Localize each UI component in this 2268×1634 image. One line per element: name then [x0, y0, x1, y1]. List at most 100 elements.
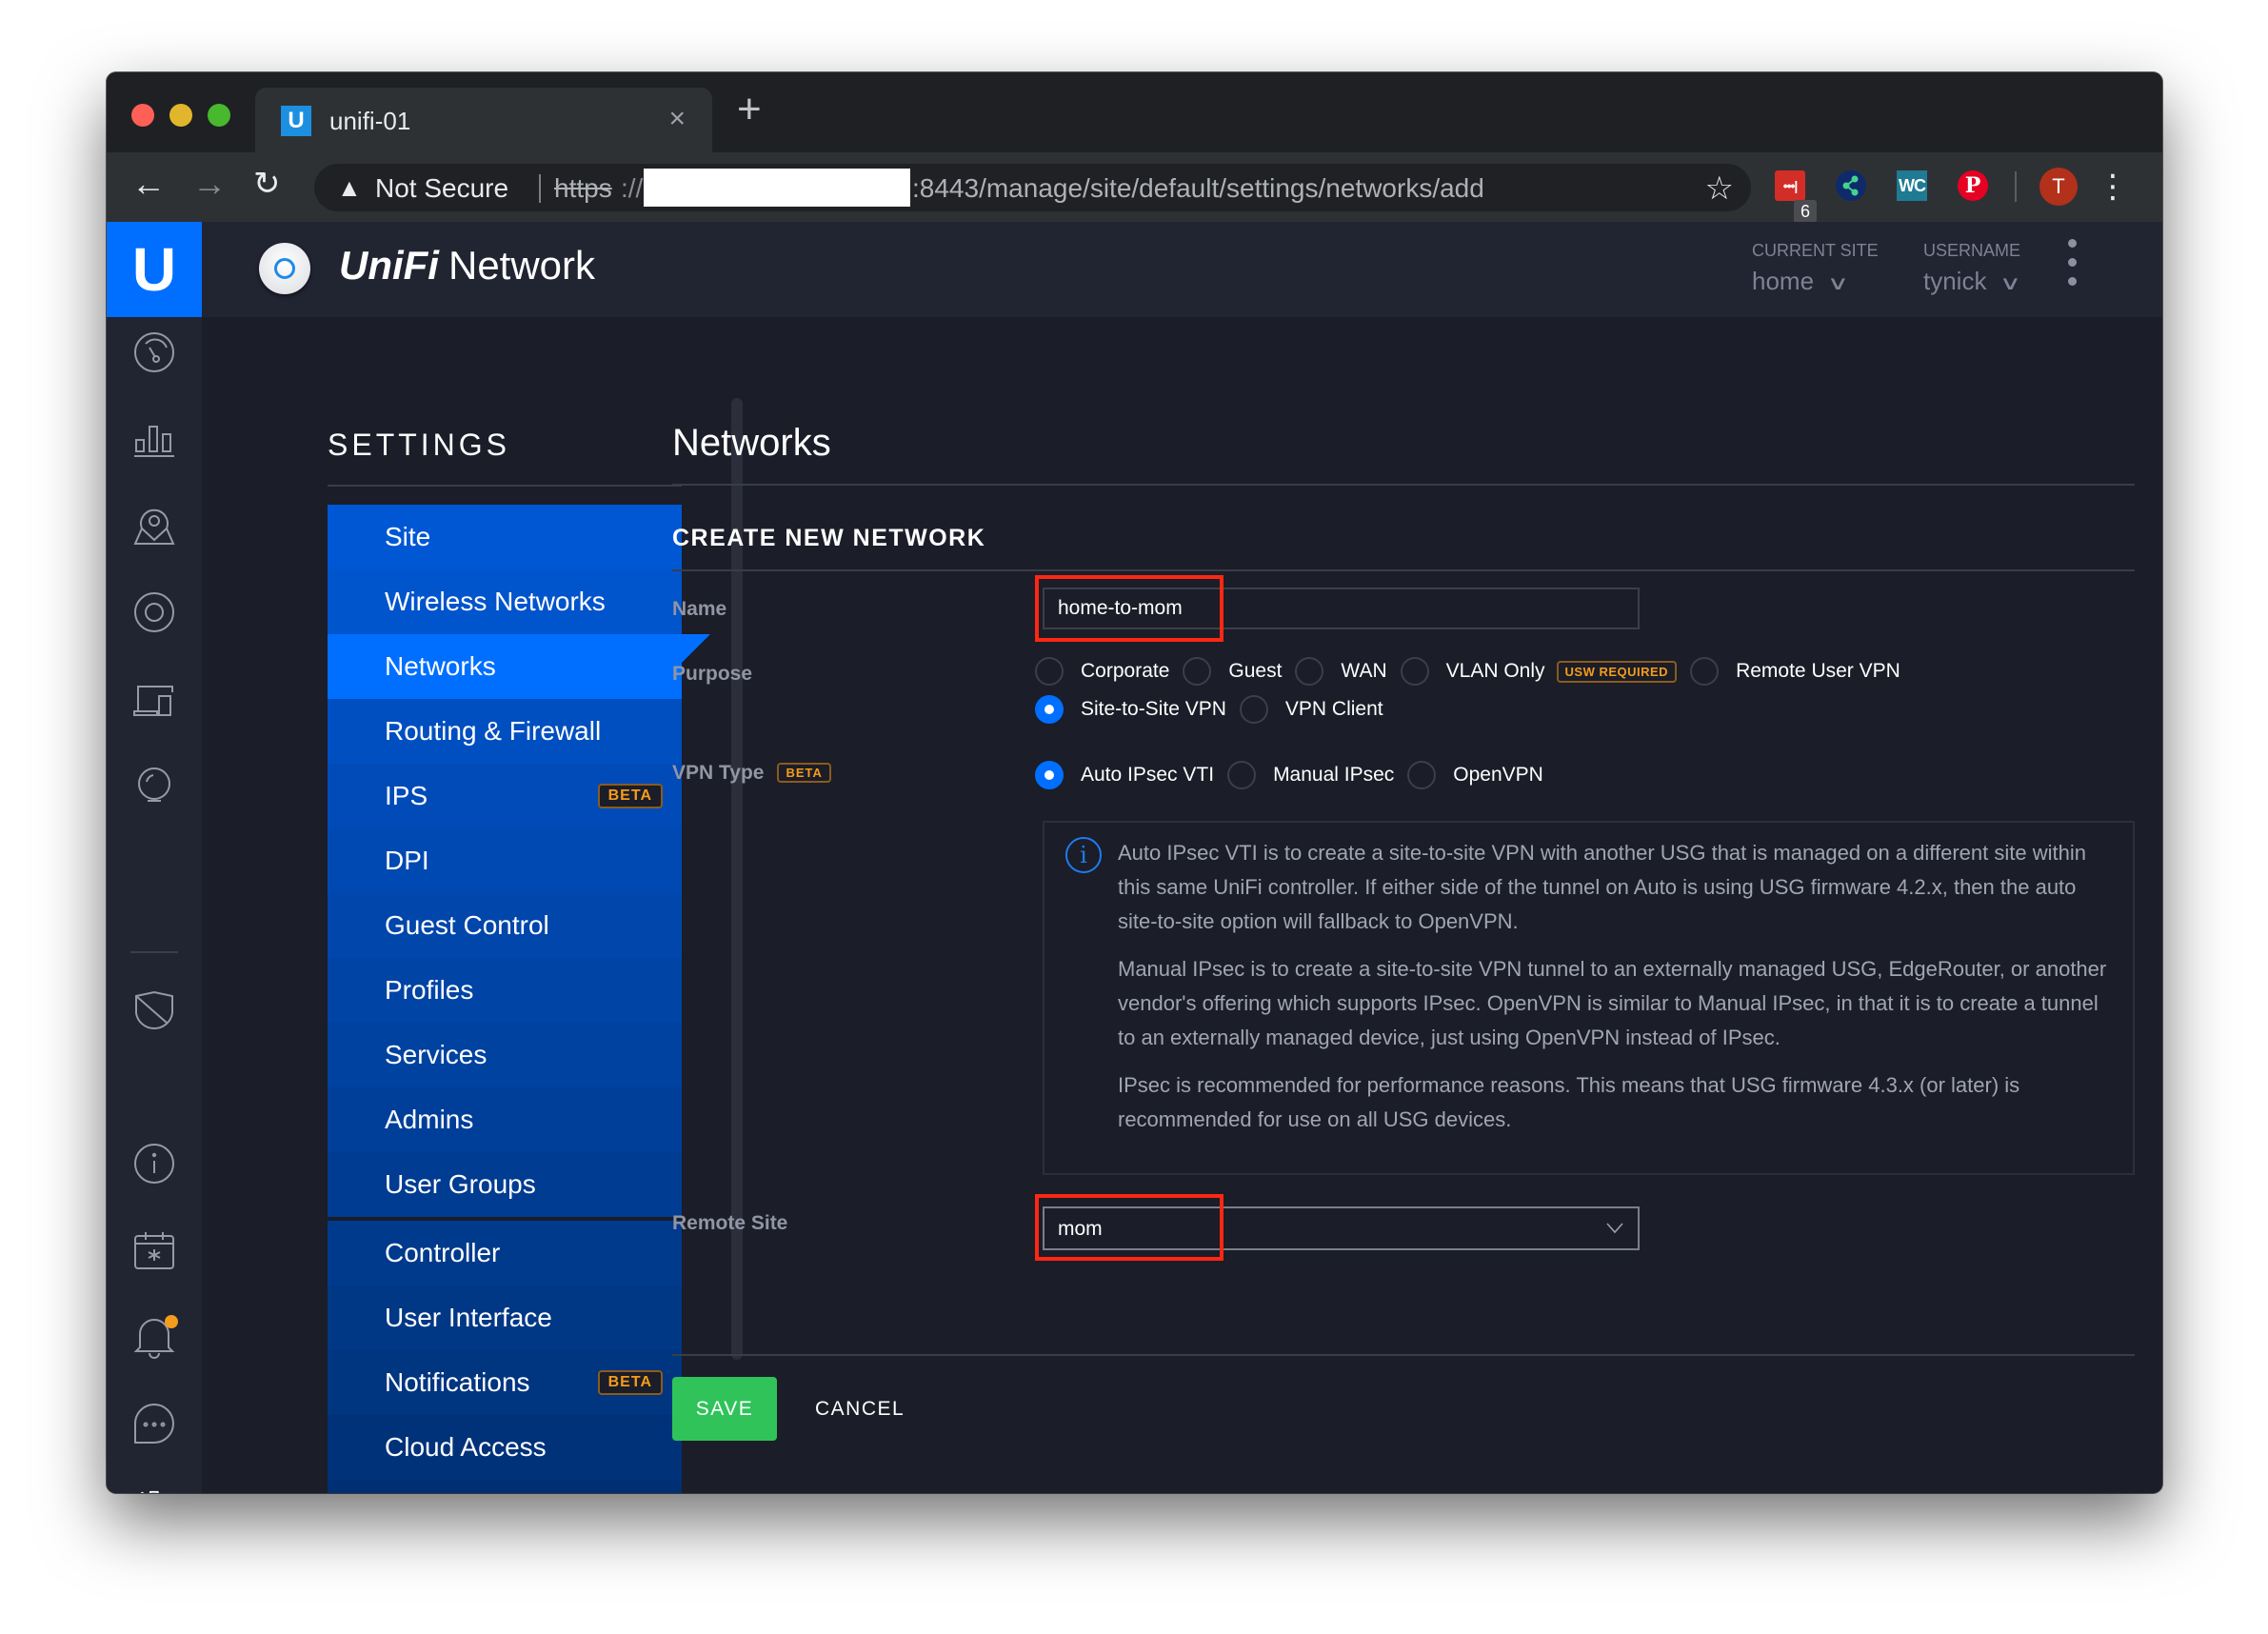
radio-unchecked-icon[interactable] [1690, 657, 1720, 686]
beta-badge: BETA [777, 763, 831, 783]
username-selector[interactable]: USERNAME tynick ∨ [1923, 241, 2022, 296]
minimize-window-button[interactable] [169, 104, 192, 127]
clients-icon[interactable] [132, 679, 176, 723]
vpn-info-box: i Auto IPsec VTI is to create a site-to-… [1043, 821, 2135, 1175]
sidebar-item-label: User Groups [385, 1169, 536, 1199]
radio-unchecked-icon[interactable] [1227, 761, 1257, 789]
purpose-radio-guest[interactable]: Guest [1183, 657, 1282, 686]
sidebar-item-label: Wireless Networks [385, 587, 606, 616]
wc-extension-icon[interactable]: WC [1897, 170, 1927, 201]
sidebar-item-elite-device[interactable]: Elite Device [328, 1480, 682, 1493]
current-site-selector[interactable]: CURRENT SITE home ∨ [1752, 241, 1879, 296]
purpose-radio-corporate[interactable]: Corporate [1035, 657, 1169, 686]
devices-icon[interactable] [132, 590, 176, 634]
name-label: Name [672, 598, 727, 620]
bookmark-star-icon[interactable]: ☆ [1705, 169, 1734, 208]
main-content: Networks CREATE NEW NETWORK Name Purpose… [672, 317, 2135, 1493]
purpose-radio-site-to-site-vpn[interactable]: Site-to-Site VPN [1035, 695, 1226, 724]
sidebar-item-profiles[interactable]: Profiles [328, 958, 682, 1023]
radio-label: Corporate [1081, 660, 1170, 682]
radio-label: VPN Client [1284, 698, 1383, 720]
radio-unchecked-icon[interactable] [1400, 657, 1429, 686]
sidebar-item-wireless-networks[interactable]: Wireless Networks [328, 569, 682, 634]
radio-unchecked-icon[interactable] [1183, 657, 1212, 686]
purpose-radio-vpn-client[interactable]: VPN Client [1239, 695, 1383, 724]
calendar-icon[interactable] [132, 1228, 176, 1272]
redacted-host [644, 169, 910, 207]
radio-unchecked-icon[interactable] [1239, 695, 1268, 724]
pinterest-extension-icon[interactable]: P [1958, 170, 1988, 201]
sidebar-item-label: Controller [385, 1238, 501, 1267]
dashboard-icon[interactable] [132, 330, 176, 374]
sidebar-item-admins[interactable]: Admins [328, 1087, 682, 1152]
maximize-window-button[interactable] [208, 104, 230, 127]
radio-unchecked-icon[interactable] [1035, 657, 1064, 686]
notification-dot [165, 1315, 178, 1328]
access-point-icon [259, 243, 310, 294]
radio-label: Manual IPsec [1273, 764, 1395, 786]
purpose-radio-wan[interactable]: WAN [1295, 657, 1387, 686]
insights-icon[interactable] [132, 765, 176, 808]
browser-menu-icon[interactable]: ⋮ [2097, 162, 2129, 211]
username-value: tynick [1923, 267, 1987, 295]
chevron-down-icon: ∨ [1999, 273, 2022, 294]
url-path: :8443/manage/site/default/settings/netwo… [912, 173, 1484, 203]
sidebar-item-routing-firewall[interactable]: Routing & Firewall [328, 699, 682, 764]
url-scheme: https [554, 173, 612, 203]
current-site-value: home [1752, 267, 1815, 295]
remote-site-select[interactable]: mom [1043, 1206, 1640, 1250]
address-bar[interactable]: ▲ Not Secure https :// :8443/manage/site… [314, 164, 1751, 211]
share-extension-icon[interactable] [1836, 170, 1866, 201]
radio-label: Guest [1228, 660, 1283, 682]
vpn-type-radio-openvpn[interactable]: OpenVPN [1407, 761, 1543, 789]
icon-rail [107, 317, 202, 1493]
sidebar-item-services[interactable]: Services [328, 1023, 682, 1087]
purpose-radio-row-1: Corporate Guest WAN VLAN Only USW REQUIRED Re… [1035, 657, 1914, 686]
profile-avatar[interactable]: T [2039, 168, 2078, 206]
settings-gear-icon[interactable] [132, 1489, 176, 1493]
app-menu-icon[interactable] [2068, 239, 2078, 296]
tab-close-icon[interactable]: × [668, 103, 686, 135]
reload-icon[interactable]: ↻ [253, 165, 281, 203]
back-arrow-icon[interactable]: ← [131, 164, 166, 204]
radio-unchecked-icon[interactable] [1295, 657, 1324, 686]
vpn-type-radio-manual-ipsec[interactable]: Manual IPsec [1227, 761, 1394, 789]
sidebar-item-networks[interactable]: Networks [328, 634, 710, 699]
sidebar-item-guest-control[interactable]: Guest Control [328, 893, 682, 958]
info-icon[interactable] [132, 1142, 176, 1186]
sidebar-item-dpi[interactable]: DPI [328, 828, 682, 893]
new-tab-button[interactable]: + [737, 86, 762, 133]
forward-arrow-icon[interactable]: → [192, 164, 227, 204]
radio-checked-icon[interactable] [1035, 761, 1064, 789]
sidebar-item-user-interface[interactable]: User Interface [328, 1285, 682, 1350]
statistics-icon[interactable] [132, 417, 176, 461]
sidebar-item-ips[interactable]: IPS BETA [328, 764, 682, 828]
vpn-type-radio-auto-ipsec-vti[interactable]: Auto IPsec VTI [1035, 761, 1214, 789]
vpn-type-radio-row: Auto IPsec VTI Manual IPsec OpenVPN [1035, 761, 1557, 789]
sidebar-item-controller[interactable]: Controller [328, 1221, 682, 1285]
ubiquiti-logo-icon[interactable]: U [107, 222, 202, 317]
sidebar-item-cloud-access[interactable]: Cloud Access [328, 1415, 682, 1480]
not-secure-label[interactable]: Not Secure [375, 173, 508, 204]
security-shield-icon[interactable] [132, 988, 176, 1032]
save-button[interactable]: SAVE [672, 1377, 777, 1441]
cancel-button[interactable]: CANCEL [815, 1377, 905, 1441]
sidebar-item-notifications[interactable]: Notifications BETA [328, 1350, 682, 1415]
footer-divider [672, 1354, 2135, 1356]
chat-icon[interactable] [132, 1403, 176, 1446]
sidebar-item-site[interactable]: Site [328, 505, 682, 569]
browser-tab[interactable]: U unifi-01 × [255, 88, 712, 152]
purpose-radio-vlan-only[interactable]: VLAN Only [1400, 657, 1545, 686]
close-window-button[interactable] [131, 104, 154, 127]
info-paragraph: IPsec is recommended for performance rea… [1118, 1073, 2020, 1131]
sidebar-item-user-groups[interactable]: User Groups [328, 1152, 682, 1217]
purpose-radio-remote-user-vpn[interactable]: Remote User VPN [1690, 657, 1900, 686]
alerts-bell-icon[interactable] [132, 1315, 178, 1359]
network-name-input[interactable] [1043, 588, 1640, 629]
chevron-down-icon [1606, 1223, 1623, 1234]
radio-checked-icon[interactable] [1035, 695, 1064, 724]
radio-unchecked-icon[interactable] [1407, 761, 1437, 789]
sidebar-item-label: Services [385, 1040, 487, 1069]
map-icon[interactable] [132, 504, 176, 548]
lastpass-extension-icon[interactable]: •••| [1775, 170, 1805, 201]
